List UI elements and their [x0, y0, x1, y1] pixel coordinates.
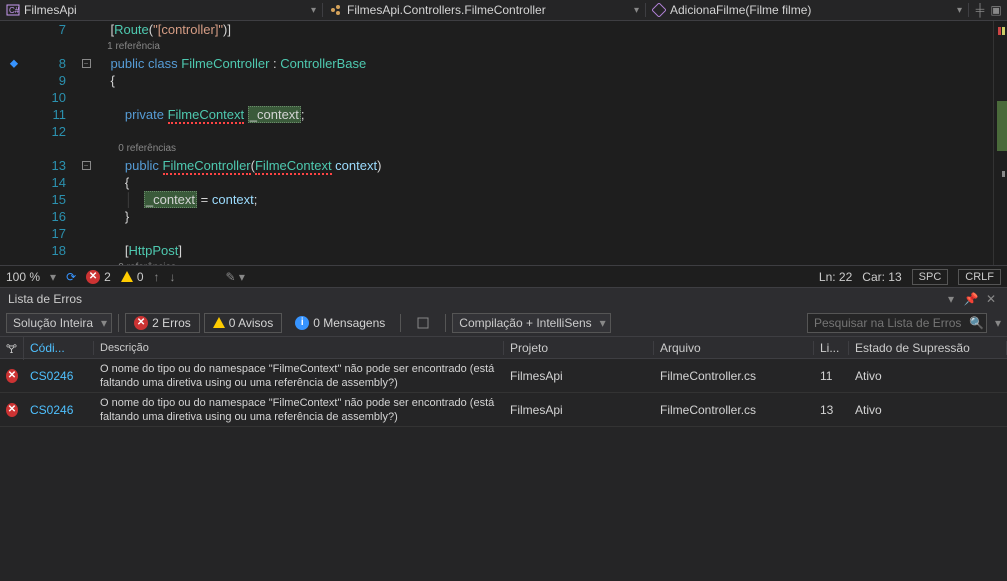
error-file: FilmeController.cs — [654, 403, 814, 417]
method-icon — [652, 3, 666, 17]
code-content[interactable]: [Route("[controller]")] 1 referência pub… — [96, 21, 993, 265]
header-file[interactable]: Arquivo — [654, 341, 814, 355]
fold-toggle[interactable]: − — [76, 157, 96, 174]
breadcrumb-bar: C# FilmesApi ▾ FilmesApi.Controllers.Fil… — [0, 0, 1007, 21]
header-suppression[interactable]: Estado de Supressão — [849, 341, 1007, 355]
error-code: CS0246 — [24, 369, 94, 383]
messages-filter-button[interactable]: i0 Mensagens — [286, 313, 394, 333]
line-ending[interactable]: CRLF — [958, 269, 1001, 285]
error-icon: ✕ — [6, 403, 18, 417]
error-list-table: 🝖 Códi... Descrição Projeto Arquivo Li..… — [0, 337, 1007, 581]
zoom-level[interactable]: 100 % — [6, 270, 40, 284]
error-description: O nome do tipo ou do namespace "FilmeCon… — [94, 396, 504, 424]
breadcrumb-class-text: FilmesApi.Controllers.FilmeController — [347, 3, 546, 17]
error-search-box[interactable]: 🔍 — [807, 313, 987, 333]
source-dropdown[interactable]: Compilação + IntelliSens — [452, 313, 610, 333]
refresh-icon[interactable]: ⟳ — [66, 270, 76, 284]
cursor-line: Ln: 22 — [819, 270, 852, 284]
error-suppression: Ativo — [849, 369, 1007, 383]
warnings-filter-button[interactable]: 0 Avisos — [204, 313, 282, 333]
nav-up-icon[interactable]: ↑ — [154, 270, 160, 284]
errors-filter-button[interactable]: ✕2 Erros — [125, 313, 200, 333]
error-description: O nome do tipo ou do namespace "FilmeCon… — [94, 362, 504, 390]
breadcrumb-project[interactable]: C# FilmesApi ▾ — [0, 3, 323, 17]
overview-ruler[interactable] — [993, 21, 1007, 265]
error-project: FilmesApi — [504, 369, 654, 383]
search-icon: 🔍 — [969, 316, 984, 330]
glyph-margin: ⬥ 💡 — [0, 21, 28, 265]
breadcrumb-method[interactable]: AdicionaFilme(Filme filme) ▾ — [646, 3, 969, 17]
svg-text:C#: C# — [9, 6, 20, 15]
error-row[interactable]: ✕ CS0246 O nome do tipo ou do namespace … — [0, 359, 1007, 393]
code-editor[interactable]: ⬥ 💡 7 8 9 10 11 12 13 14 15 16 17 18 19 … — [0, 21, 1007, 265]
error-list-title: Lista de Erros — [8, 292, 82, 306]
cursor-col: Car: 13 — [862, 270, 901, 284]
header-project[interactable]: Projeto — [504, 341, 654, 355]
error-list-header: 🝖 Códi... Descrição Projeto Arquivo Li..… — [0, 337, 1007, 359]
fold-toggle[interactable]: − — [76, 55, 96, 72]
error-row[interactable]: ✕ CS0246 O nome do tipo ou do namespace … — [0, 393, 1007, 427]
close-icon[interactable]: ✕ — [983, 291, 999, 307]
header-code[interactable]: Códi... — [24, 341, 94, 355]
insert-mode[interactable]: SPC — [912, 269, 949, 285]
error-list-title-bar: Lista de Erros ▾ 📌 ✕ — [0, 287, 1007, 309]
build-filter-icon[interactable] — [407, 313, 439, 333]
chevron-down-icon: ▾ — [957, 5, 962, 16]
fold-gutter: − − − — [76, 21, 96, 265]
error-project: FilmesApi — [504, 403, 654, 417]
warning-count[interactable]: 0 — [121, 270, 144, 284]
chevron-down-icon: ▾ — [634, 5, 639, 16]
pin-icon[interactable]: 📌 — [963, 291, 979, 307]
pen-icon[interactable]: ✎ ▾ — [226, 270, 245, 284]
error-file: FilmeController.cs — [654, 369, 814, 383]
scope-dropdown[interactable]: Solução Inteira — [6, 313, 112, 333]
expand-icon[interactable]: ▣ — [989, 3, 1003, 17]
breadcrumb-method-text: AdicionaFilme(Filme filme) — [670, 3, 811, 17]
header-line[interactable]: Li... — [814, 341, 849, 355]
line-number-gutter: 7 8 9 10 11 12 13 14 15 16 17 18 19 20 2… — [28, 21, 76, 265]
editor-status-bar: 100 % ▾ ⟳ ✕2 0 ↑ ↓ ✎ ▾ Ln: 22 Car: 13 SP… — [0, 265, 1007, 287]
error-search-input[interactable] — [814, 316, 969, 330]
error-list-toolbar: Solução Inteira ✕2 Erros 0 Avisos i0 Men… — [0, 309, 1007, 337]
error-count[interactable]: ✕2 — [86, 270, 111, 284]
breadcrumb-project-text: FilmesApi — [24, 3, 77, 17]
window-options-icon[interactable]: ▾ — [943, 291, 959, 307]
error-suppression: Ativo — [849, 403, 1007, 417]
error-code: CS0246 — [24, 403, 94, 417]
header-description[interactable]: Descrição — [94, 341, 504, 355]
error-icon: ✕ — [6, 369, 18, 383]
filter-icon[interactable]: 🝖 — [0, 337, 24, 360]
class-icon — [329, 3, 343, 17]
search-dropdown-icon[interactable]: ▾ — [995, 316, 1001, 330]
error-line: 13 — [814, 403, 849, 417]
breadcrumb-class[interactable]: FilmesApi.Controllers.FilmeController ▾ — [323, 3, 646, 17]
error-line: 11 — [814, 369, 849, 383]
nav-down-icon[interactable]: ↓ — [170, 270, 176, 284]
split-icon[interactable]: ╪ — [973, 3, 987, 17]
csharp-project-icon: C# — [6, 3, 20, 17]
chevron-down-icon: ▾ — [311, 5, 316, 16]
bookmark-icon[interactable]: ⬥ — [0, 55, 28, 72]
